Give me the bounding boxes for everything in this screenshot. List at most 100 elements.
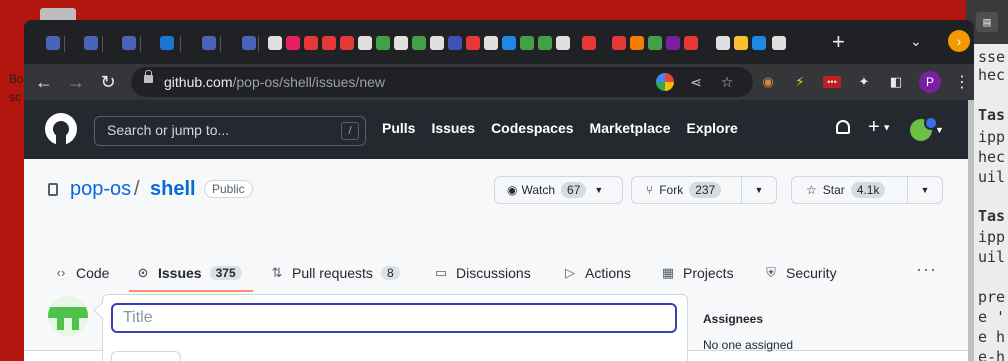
star-count[interactable]: 4.1k	[850, 182, 886, 198]
fork-icon: ⑂	[646, 183, 654, 197]
repo-owner-link[interactable]: pop-os	[70, 178, 131, 201]
pinned-tab[interactable]	[768, 32, 790, 54]
update-icon[interactable]: ›	[948, 30, 970, 52]
tab-search-button[interactable]: ⌄	[910, 33, 922, 50]
assignees-heading[interactable]: Assignees	[703, 312, 763, 326]
star-dropdown-button[interactable]: ▼	[907, 177, 942, 203]
tab-projects[interactable]: ▦ Projects	[661, 254, 734, 292]
new-issue-form: Assignees No one assigned	[24, 292, 968, 361]
issue-title-input[interactable]	[111, 303, 677, 333]
profile-avatar[interactable]: P	[919, 71, 941, 93]
fork-dropdown-button[interactable]: ▼	[741, 177, 776, 203]
browser-toolbar: ← → ↻ github.com/pop-os/shell/issues/new…	[24, 64, 974, 100]
terminal-line: sse	[978, 48, 1006, 66]
tab-discussions[interactable]: ▭ Discussions	[434, 254, 531, 292]
lock-icon[interactable]	[144, 70, 153, 83]
fork-button[interactable]: ⑂ Fork 237 ▼	[631, 176, 777, 204]
star-label: Star	[822, 183, 845, 197]
table-icon: ▦	[661, 265, 675, 280]
bookmark-star-icon[interactable]: ☆	[718, 73, 736, 91]
tab-favicon-icon	[648, 36, 662, 50]
tab-security[interactable]: ⛨ Security	[764, 254, 836, 292]
pinned-tab[interactable]	[552, 32, 574, 54]
search-placeholder: Search or jump to...	[107, 122, 230, 138]
share-icon[interactable]: ⋖	[687, 73, 705, 91]
tab-divider	[64, 36, 65, 52]
visibility-badge: Public	[204, 180, 253, 198]
tab-code[interactable]: ‹› Code	[54, 254, 110, 292]
watch-button[interactable]: ◉ Watch 67 ▼	[494, 176, 623, 204]
nav-marketplace[interactable]: Marketplace	[590, 120, 671, 136]
nav-issues[interactable]: Issues	[431, 120, 475, 136]
pinned-tab[interactable]	[680, 32, 702, 54]
github-header: Search or jump to... / Pulls Issues Code…	[24, 100, 968, 159]
play-icon: ▷	[565, 265, 575, 280]
tab-divider	[180, 36, 181, 52]
terminal-line: uil	[978, 248, 1006, 266]
terminal-line: hec	[978, 148, 1006, 166]
new-tab-button[interactable]: +	[832, 31, 845, 53]
tab-favicon-icon	[502, 36, 516, 50]
pinned-tab[interactable]	[198, 32, 220, 54]
tab-label: Discussions	[456, 265, 531, 281]
pinned-tab[interactable]	[118, 32, 140, 54]
extension-icon[interactable]: •••	[823, 76, 841, 88]
tab-favicon-icon	[630, 36, 644, 50]
tab-pull-requests[interactable]: ⇅ Pull requests 8	[270, 254, 400, 292]
tab-favicon-icon	[448, 36, 462, 50]
tab-favicon-icon	[376, 36, 390, 50]
avatar[interactable]	[48, 296, 88, 336]
terminal-menu-icon[interactable]: ▤	[976, 12, 998, 32]
nav-explore[interactable]: Explore	[686, 120, 737, 136]
tab-label: Code	[76, 265, 110, 281]
pinned-tab[interactable]	[156, 32, 178, 54]
terminal-line: pre	[978, 288, 1006, 306]
shield-icon: ⛨	[766, 265, 776, 280]
terminal-line: Tas	[978, 106, 1006, 124]
tab-divider	[102, 36, 103, 52]
back-button[interactable]: ←	[32, 70, 56, 94]
page-scrollbar[interactable]	[968, 100, 974, 361]
create-new-menu[interactable]: + ▼	[868, 116, 891, 139]
address-bar[interactable]: github.com/pop-os/shell/issues/new ⋖ ☆	[131, 67, 753, 97]
star-button[interactable]: ☆ Star 4.1k ▼	[791, 176, 943, 204]
tab-actions[interactable]: ▷ Actions	[563, 254, 631, 292]
url-text[interactable]: github.com/pop-os/shell/issues/new	[164, 74, 385, 90]
terminal-line: ipp	[978, 228, 1006, 246]
watch-count[interactable]: 67	[561, 182, 587, 198]
forward-button[interactable]: →	[64, 70, 88, 94]
github-page: Search or jump to... / Pulls Issues Code…	[24, 100, 968, 361]
side-panel-icon[interactable]: ◧	[887, 73, 905, 91]
github-logo-icon[interactable]	[45, 113, 77, 145]
pinned-tab[interactable]	[80, 32, 102, 54]
nav-pulls[interactable]: Pulls	[382, 120, 415, 136]
pinned-tab[interactable]	[42, 32, 64, 54]
notifications-bell-icon[interactable]	[836, 120, 850, 134]
pinned-tab[interactable]	[238, 32, 260, 54]
more-tabs-button[interactable]: ···	[916, 259, 937, 280]
desktop-background: Bo sc	[0, 0, 24, 361]
tab-issues[interactable]: ⊙ Issues 375	[136, 254, 242, 292]
browser-menu-icon[interactable]: ⋮	[954, 72, 970, 92]
avatar[interactable]	[910, 116, 938, 141]
desktop-text-2: sc	[9, 90, 21, 104]
extension-icon[interactable]: ◉	[759, 73, 777, 91]
scrollbar-thumb[interactable]	[968, 100, 974, 361]
search-input[interactable]: Search or jump to... /	[94, 116, 366, 146]
terminal-line: e h	[978, 328, 1006, 346]
terminal-line: uil	[978, 168, 1006, 186]
user-menu[interactable]: ▼	[910, 116, 944, 141]
fork-count[interactable]: 237	[689, 182, 722, 198]
repo-name-link[interactable]: shell	[150, 178, 196, 201]
desktop-text-1: Bo	[9, 72, 24, 86]
code-icon: ‹›	[56, 265, 66, 280]
extensions-puzzle-icon[interactable]: ✦	[855, 73, 873, 91]
tab-label: Projects	[683, 265, 734, 281]
pinned-tab[interactable]	[748, 32, 770, 54]
write-tab[interactable]	[111, 351, 181, 361]
pinned-tab[interactable]	[578, 32, 600, 54]
google-translate-icon[interactable]	[656, 73, 674, 91]
lightning-extension-icon[interactable]: ⚡	[791, 73, 809, 91]
reload-button[interactable]: ↻	[96, 70, 120, 94]
nav-codespaces[interactable]: Codespaces	[491, 120, 573, 136]
